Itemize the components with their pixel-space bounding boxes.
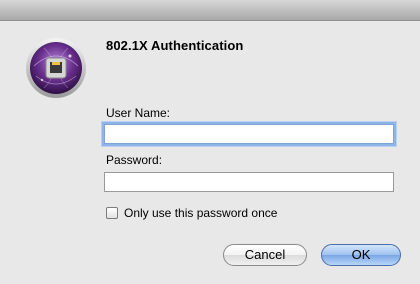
password-once-label[interactable]: Only use this password once [124,206,277,220]
password-label: Password: [106,153,163,167]
password-once-checkbox[interactable] [106,207,118,219]
auth-dialog: 802.1X Authentication User Name: Passwor… [0,0,420,284]
username-label: User Name: [106,106,171,120]
ok-button[interactable]: OK [321,244,401,266]
network-lock-icon [26,38,86,98]
password-field[interactable] [104,172,394,192]
dialog-heading: 802.1X Authentication [106,38,244,53]
cancel-button[interactable]: Cancel [223,244,307,266]
username-field[interactable] [104,124,394,144]
password-once-option[interactable]: Only use this password once [106,205,277,221]
title-bar[interactable] [0,0,420,21]
